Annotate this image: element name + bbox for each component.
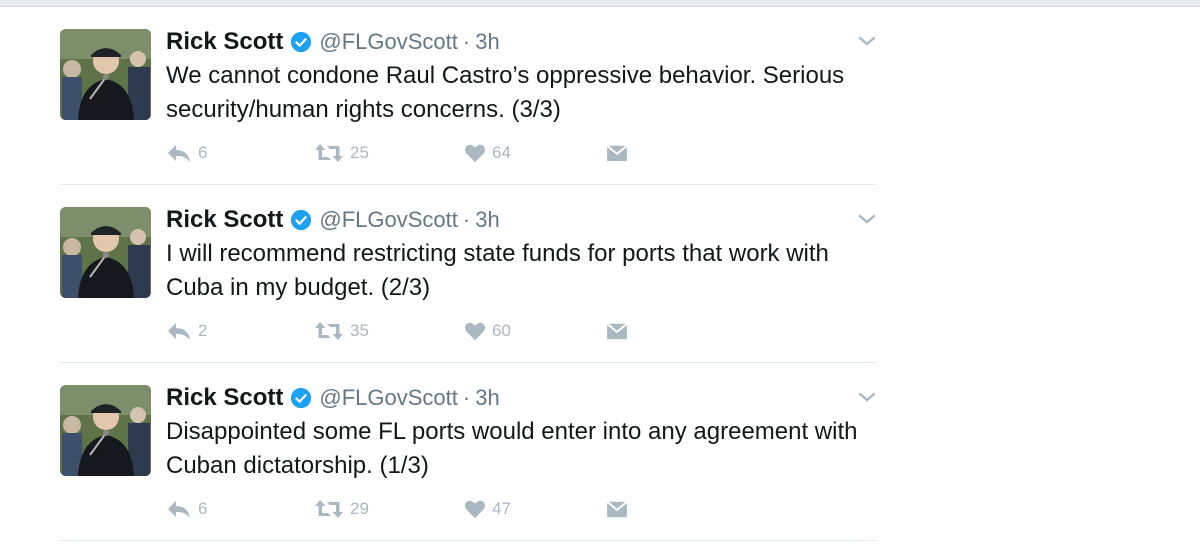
author-handle[interactable]: @FLGovScott bbox=[319, 385, 458, 411]
separator-dot: · bbox=[462, 29, 471, 54]
tweet-timeline: Rick Scott @FLGovScott · 3h We cannot co… bbox=[60, 7, 876, 541]
direct-message-button[interactable] bbox=[606, 140, 628, 166]
reply-icon bbox=[168, 323, 190, 340]
separator-dot: · bbox=[462, 385, 471, 410]
retweet-icon bbox=[315, 322, 343, 340]
tweet-timestamp[interactable]: 3h bbox=[475, 207, 499, 233]
author-handle[interactable]: @FLGovScott bbox=[319, 29, 458, 55]
retweet-button[interactable]: 35 bbox=[314, 318, 369, 344]
avatar-photo-icon bbox=[60, 207, 151, 298]
tweet-header: Rick Scott @FLGovScott · 3h bbox=[166, 27, 500, 57]
tweet: Rick Scott @FLGovScott · 3h I will recom… bbox=[60, 185, 876, 363]
retweet-icon bbox=[315, 500, 343, 518]
tweet-header: Rick Scott @FLGovScott · 3h bbox=[166, 383, 500, 413]
direct-message-icon bbox=[606, 501, 628, 518]
direct-message-button[interactable] bbox=[606, 496, 628, 522]
reply-count: 2 bbox=[198, 321, 208, 340]
like-count: 64 bbox=[492, 143, 511, 162]
like-button[interactable]: 60 bbox=[464, 318, 511, 344]
tweet-actions: 6 25 64 bbox=[166, 140, 666, 166]
chevron-down-icon[interactable] bbox=[858, 212, 876, 226]
heart-icon bbox=[465, 144, 485, 163]
separator-dot: · bbox=[462, 207, 471, 232]
retweet-count: 35 bbox=[350, 321, 369, 340]
retweet-icon bbox=[315, 144, 343, 162]
like-button[interactable]: 64 bbox=[464, 140, 511, 166]
retweet-count: 29 bbox=[350, 499, 369, 518]
reply-icon bbox=[168, 501, 190, 518]
retweet-button[interactable]: 29 bbox=[314, 496, 369, 522]
avatar[interactable] bbox=[60, 385, 151, 476]
heart-icon bbox=[465, 500, 485, 519]
author-name[interactable]: Rick Scott bbox=[166, 206, 283, 234]
top-divider-strip bbox=[0, 0, 1200, 7]
like-count: 47 bbox=[492, 499, 511, 518]
direct-message-icon bbox=[606, 145, 628, 162]
tweet-timestamp[interactable]: 3h bbox=[475, 29, 499, 55]
author-name[interactable]: Rick Scott bbox=[166, 384, 283, 412]
tweet-text: I will recommend restricting state funds… bbox=[166, 240, 829, 301]
tweet-header: Rick Scott @FLGovScott · 3h bbox=[166, 205, 500, 235]
avatar[interactable] bbox=[60, 29, 151, 120]
reply-icon bbox=[168, 145, 190, 162]
avatar-photo-icon bbox=[60, 385, 151, 476]
direct-message-icon bbox=[606, 323, 628, 340]
avatar[interactable] bbox=[60, 207, 151, 298]
reply-button[interactable]: 2 bbox=[166, 318, 207, 344]
retweet-count: 25 bbox=[350, 143, 369, 162]
chevron-down-icon[interactable] bbox=[858, 34, 876, 48]
tweet: Rick Scott @FLGovScott · 3h We cannot co… bbox=[60, 7, 876, 185]
verified-badge-icon bbox=[290, 387, 312, 409]
author-handle[interactable]: @FLGovScott bbox=[319, 207, 458, 233]
tweet-actions: 6 29 47 bbox=[166, 496, 666, 522]
tweet: Rick Scott @FLGovScott · 3h Disappointed… bbox=[60, 363, 876, 541]
retweet-button[interactable]: 25 bbox=[314, 140, 369, 166]
author-name[interactable]: Rick Scott bbox=[166, 28, 283, 56]
direct-message-button[interactable] bbox=[606, 318, 628, 344]
reply-count: 6 bbox=[198, 499, 208, 518]
verified-badge-icon bbox=[290, 209, 312, 231]
heart-icon bbox=[465, 322, 485, 341]
reply-button[interactable]: 6 bbox=[166, 140, 207, 166]
tweet-text: Disappointed some FL ports would enter i… bbox=[166, 418, 858, 479]
verified-badge-icon bbox=[290, 31, 312, 53]
tweet-text: We cannot condone Raul Castro’s oppressi… bbox=[166, 62, 845, 123]
tweet-actions: 2 35 60 bbox=[166, 318, 666, 344]
chevron-down-icon[interactable] bbox=[858, 390, 876, 404]
avatar-photo-icon bbox=[60, 29, 151, 120]
reply-count: 6 bbox=[198, 143, 208, 162]
reply-button[interactable]: 6 bbox=[166, 496, 207, 522]
like-count: 60 bbox=[492, 321, 511, 340]
tweet-timestamp[interactable]: 3h bbox=[475, 385, 499, 411]
like-button[interactable]: 47 bbox=[464, 496, 511, 522]
